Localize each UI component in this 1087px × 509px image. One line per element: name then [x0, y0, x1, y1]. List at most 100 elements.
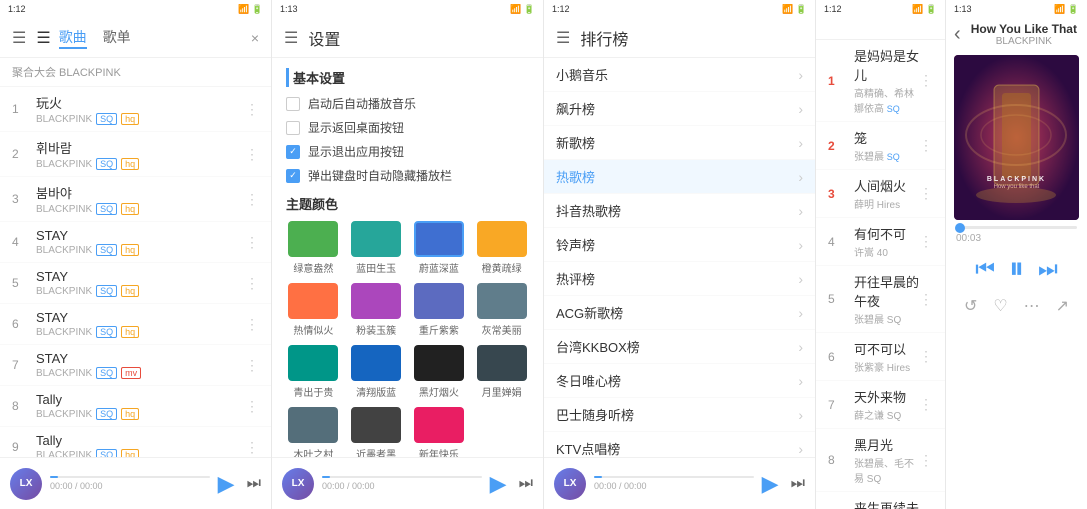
song-item-4[interactable]: 4 STAY BLACKPINK SQ hq ⋮ — [0, 222, 271, 263]
song-item-8[interactable]: 8 Tally BLACKPINK SQ hq ⋮ — [0, 386, 271, 427]
more-btn-7[interactable]: ⋮ — [245, 357, 259, 374]
rank-more-6[interactable]: ⋮ — [919, 348, 933, 365]
chart-item-10[interactable]: 巴士随身听榜 › — [544, 398, 815, 432]
color-item-6[interactable]: 重斤紫紫 — [412, 283, 467, 337]
play-btn-3[interactable]: ▶ — [762, 471, 779, 497]
color-item-5[interactable]: 粉装玉簇 — [349, 283, 404, 337]
color-item-2[interactable]: 蔚蓝深蓝 — [412, 221, 467, 275]
check-item-2[interactable]: 显示返回桌面按钮 — [286, 119, 529, 136]
tab-songs[interactable]: 歌曲 — [59, 27, 87, 49]
color-item-1[interactable]: 蓝田生玉 — [349, 221, 404, 275]
chart-item-2[interactable]: 新歌榜 › — [544, 126, 815, 160]
checkbox-2[interactable] — [286, 121, 300, 135]
chart-item-4[interactable]: 抖音热歌榜 › — [544, 194, 815, 228]
more-btn-3[interactable]: ⋮ — [245, 191, 259, 208]
color-item-7[interactable]: 灰常美丽 — [474, 283, 529, 337]
skip-btn-3[interactable]: ⏭ — [791, 475, 805, 493]
checkbox-1[interactable] — [286, 97, 300, 111]
close-icon-1[interactable]: × — [251, 30, 259, 46]
menu-icon-2[interactable]: ☰ — [284, 28, 298, 48]
rank-more-4[interactable]: ⋮ — [919, 233, 933, 250]
progress-bar-1[interactable] — [50, 476, 210, 478]
repeat-btn[interactable]: ↺ — [964, 296, 977, 316]
checkbox-3[interactable] — [286, 145, 300, 159]
progress-bar-3[interactable] — [594, 476, 754, 478]
rank-more-1[interactable]: ⋮ — [919, 72, 933, 89]
chart-item-1[interactable]: 飙升榜 › — [544, 92, 815, 126]
tab-playlists[interactable]: 歌单 — [103, 27, 131, 49]
more-extra-btn[interactable]: ⋯ — [1024, 296, 1040, 316]
next-btn[interactable]: ⏭ — [1038, 256, 1058, 282]
song-item-2[interactable]: 2 휘바람 BLACKPINK SQ hq ⋮ — [0, 132, 271, 177]
color-item-13[interactable]: 近墨者黑 — [349, 407, 404, 457]
more-btn-1[interactable]: ⋮ — [245, 101, 259, 118]
color-item-11[interactable]: 月里婵娟 — [474, 345, 529, 399]
rank-item-9[interactable]: 9 来生再续未了情 当忆音 SQ ⋮ — [816, 492, 945, 509]
rank-item-1[interactable]: 1 是妈妈是女儿 高精确、希林娜依高 SQ ⋮ — [816, 40, 945, 122]
more-btn-6[interactable]: ⋮ — [245, 316, 259, 333]
more-btn-5[interactable]: ⋮ — [245, 275, 259, 292]
color-item-9[interactable]: 清翔版蓝 — [349, 345, 404, 399]
color-item-14[interactable]: 新年快乐 — [412, 407, 467, 457]
color-item-10[interactable]: 黑灯烟火 — [412, 345, 467, 399]
rank-item-6[interactable]: 6 可不可以 张紫豪 Hires ⋮ — [816, 333, 945, 381]
chart-more-5[interactable]: › — [798, 237, 803, 253]
color-item-8[interactable]: 青出于贵 — [286, 345, 341, 399]
chart-item-8[interactable]: 台湾KKBOX榜 › — [544, 330, 815, 364]
check-item-1[interactable]: 启动后自动播放音乐 — [286, 95, 529, 112]
menu-icon-3[interactable]: ☰ — [556, 28, 570, 48]
chart-more-9[interactable]: › — [798, 373, 803, 389]
back-icon[interactable]: ‹ — [954, 23, 961, 46]
song-item-7[interactable]: 7 STAY BLACKPINK SQ mv ⋮ — [0, 345, 271, 386]
chart-item-0[interactable]: 小鹅音乐 › — [544, 58, 815, 92]
play-pause-btn[interactable]: ⏸ — [1009, 252, 1024, 286]
play-btn-1[interactable]: ▶ — [218, 471, 235, 497]
more-btn-4[interactable]: ⋮ — [245, 234, 259, 251]
chart-item-6[interactable]: 热评榜 › — [544, 262, 815, 296]
chart-more-7[interactable]: › — [798, 305, 803, 321]
check-item-3[interactable]: 显示退出应用按钮 — [286, 143, 529, 160]
chart-item-11[interactable]: KTV点唱榜 › — [544, 432, 815, 457]
song-item-3[interactable]: 3 붐바야 BLACKPINK SQ hq ⋮ — [0, 177, 271, 222]
rank-item-5[interactable]: 5 开往早晨的午夜 张碧晨 SQ ⋮ — [816, 266, 945, 333]
chart-more-3[interactable]: › — [798, 169, 803, 185]
checkbox-4[interactable] — [286, 169, 300, 183]
rank-item-4[interactable]: 4 有何不可 许嵩 40 ⋮ — [816, 218, 945, 266]
chart-more-1[interactable]: › — [798, 101, 803, 117]
rank-item-2[interactable]: 2 笼 张碧晨 SQ ⋮ — [816, 122, 945, 170]
share-btn[interactable]: ↗ — [1056, 296, 1069, 316]
skip-btn-1[interactable]: ⏭ — [247, 475, 261, 493]
rank-item-3[interactable]: 3 人间烟火 薛明 Hires ⋮ — [816, 170, 945, 218]
more-btn-2[interactable]: ⋮ — [245, 146, 259, 163]
rank-more-5[interactable]: ⋮ — [919, 291, 933, 308]
chart-more-8[interactable]: › — [798, 339, 803, 355]
chart-more-6[interactable]: › — [798, 271, 803, 287]
color-item-0[interactable]: 绿意盎然 — [286, 221, 341, 275]
song-item-9[interactable]: 9 Tally BLACKPINK SQ hq ⋮ — [0, 427, 271, 457]
chart-more-10[interactable]: › — [798, 407, 803, 423]
chart-item-7[interactable]: ACG新歌榜 › — [544, 296, 815, 330]
check-item-4[interactable]: 弹出键盘时自动隐藏播放栏 — [286, 167, 529, 184]
skip-btn-2[interactable]: ⏭ — [519, 475, 533, 493]
song-item-1[interactable]: 1 玩火 BLACKPINK SQ hq ⋮ — [0, 87, 271, 132]
main-progress-bar[interactable] — [956, 226, 1077, 229]
chart-item-3[interactable]: 热歌榜 › — [544, 160, 815, 194]
more-btn-8[interactable]: ⋮ — [245, 398, 259, 415]
song-item-5[interactable]: 5 STAY BLACKPINK SQ hq ⋮ — [0, 263, 271, 304]
more-btn-9[interactable]: ⋮ — [245, 439, 259, 456]
rank-more-7[interactable]: ⋮ — [919, 396, 933, 413]
color-item-12[interactable]: 木叶之村 — [286, 407, 341, 457]
prev-btn[interactable]: ⏮ — [975, 256, 995, 282]
color-item-4[interactable]: 热情似火 — [286, 283, 341, 337]
song-item-6[interactable]: 6 STAY BLACKPINK SQ hq ⋮ — [0, 304, 271, 345]
chart-item-5[interactable]: 铃声榜 › — [544, 228, 815, 262]
rank-more-8[interactable]: ⋮ — [919, 452, 933, 469]
chart-more-2[interactable]: › — [798, 135, 803, 151]
menu-icon-1[interactable]: ☰ — [12, 28, 26, 48]
chart-item-9[interactable]: 冬日唯心榜 › — [544, 364, 815, 398]
rank-more-3[interactable]: ⋮ — [919, 185, 933, 202]
rank-more-2[interactable]: ⋮ — [919, 137, 933, 154]
rank-item-7[interactable]: 7 天外来物 薛之谦 SQ ⋮ — [816, 381, 945, 429]
color-item-3[interactable]: 橙黄疏绿 — [474, 221, 529, 275]
play-btn-2[interactable]: ▶ — [490, 471, 507, 497]
